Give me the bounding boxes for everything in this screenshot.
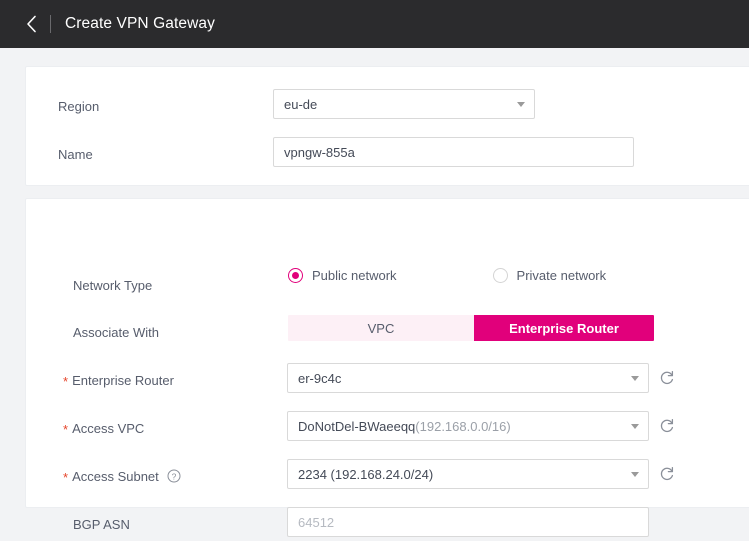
name-row: Name vpngw-855a bbox=[26, 137, 749, 171]
chevron-left-icon bbox=[26, 15, 37, 33]
bgp-asn-input[interactable]: 64512 bbox=[287, 507, 649, 537]
access-vpc-select[interactable]: DoNotDel-BWaeeqq (192.168.0.0/16) bbox=[287, 411, 649, 441]
refresh-icon bbox=[659, 418, 675, 437]
header-divider bbox=[50, 15, 51, 33]
network-type-row: Network Type Public network Private netw… bbox=[26, 268, 749, 302]
access-vpc-refresh-button[interactable] bbox=[659, 418, 677, 436]
access-vpc-value-name: DoNotDel-BWaeeqq bbox=[298, 418, 416, 434]
segment-enterprise-router[interactable]: Enterprise Router bbox=[474, 315, 654, 341]
access-vpc-label-text: Access VPC bbox=[72, 420, 145, 436]
radio-selected-icon bbox=[288, 268, 303, 283]
chevron-down-icon bbox=[517, 102, 525, 107]
access-subnet-refresh-button[interactable] bbox=[659, 466, 677, 484]
region-row: Region eu-de bbox=[26, 89, 749, 123]
radio-public-network-label: Public network bbox=[312, 268, 397, 283]
enterprise-router-label: * Enterprise Router bbox=[63, 373, 253, 388]
access-subnet-label-text: Access Subnet bbox=[72, 468, 159, 484]
page-body: Region eu-de Name vpngw-855a Network Typ… bbox=[0, 48, 749, 537]
region-label: Region bbox=[58, 98, 100, 114]
radio-private-network-label: Private network bbox=[516, 268, 607, 283]
page-title: Create VPN Gateway bbox=[65, 15, 215, 32]
radio-public-network[interactable]: Public network bbox=[288, 268, 397, 283]
name-label: Name bbox=[58, 146, 93, 162]
enterprise-router-refresh-button[interactable] bbox=[659, 370, 677, 388]
access-subnet-value: 2234 (192.168.24.0/24) bbox=[298, 466, 434, 482]
access-subnet-select[interactable]: 2234 (192.168.24.0/24) bbox=[287, 459, 649, 489]
associate-with-label: Associate With bbox=[73, 324, 159, 340]
required-asterisk: * bbox=[63, 469, 69, 485]
help-circle-icon[interactable]: ? bbox=[167, 469, 181, 483]
segment-enterprise-router-label: Enterprise Router bbox=[509, 320, 619, 336]
radio-unselected-icon bbox=[492, 268, 508, 283]
name-value: vpngw-855a bbox=[284, 144, 355, 160]
network-type-label: Network Type bbox=[73, 277, 153, 293]
radio-private-network[interactable]: Private network bbox=[492, 268, 607, 283]
refresh-icon bbox=[659, 466, 675, 485]
region-value: eu-de bbox=[284, 96, 318, 112]
page-header: Create VPN Gateway bbox=[0, 0, 749, 48]
associate-with-row: Associate With VPC Enterprise Router bbox=[26, 315, 749, 349]
bgp-asn-label: BGP ASN bbox=[73, 516, 130, 532]
enterprise-router-select[interactable]: er-9c4c bbox=[287, 363, 649, 393]
network-type-radio-group: Public network Private network bbox=[288, 268, 646, 283]
enterprise-router-value: er-9c4c bbox=[298, 370, 342, 386]
back-button[interactable] bbox=[18, 9, 44, 39]
enterprise-router-label-text: Enterprise Router bbox=[72, 372, 174, 388]
refresh-icon bbox=[659, 370, 675, 389]
access-vpc-label: * Access VPC bbox=[63, 421, 253, 436]
segment-vpc[interactable]: VPC bbox=[288, 315, 474, 341]
required-asterisk: * bbox=[63, 373, 69, 389]
bgp-asn-row: BGP ASN 64512 bbox=[26, 507, 749, 541]
bgp-asn-placeholder: 64512 bbox=[298, 514, 335, 530]
chevron-down-icon bbox=[631, 424, 639, 429]
chevron-down-icon bbox=[631, 376, 639, 381]
segment-vpc-label: VPC bbox=[367, 320, 395, 336]
access-vpc-value-cidr: (192.168.0.0/16) bbox=[415, 418, 511, 434]
network-config-card: Network Type Public network Private netw… bbox=[25, 198, 749, 537]
enterprise-router-row: * Enterprise Router er-9c4c bbox=[26, 363, 749, 397]
access-subnet-label: * Access Subnet ? bbox=[63, 469, 253, 484]
required-asterisk: * bbox=[63, 421, 69, 437]
associate-with-segmented-control: VPC Enterprise Router bbox=[288, 315, 654, 341]
chevron-down-icon bbox=[631, 472, 639, 477]
name-input[interactable]: vpngw-855a bbox=[273, 137, 634, 167]
svg-text:?: ? bbox=[171, 471, 176, 481]
access-vpc-row: * Access VPC DoNotDel-BWaeeqq (192.168.0… bbox=[26, 411, 749, 445]
region-select[interactable]: eu-de bbox=[273, 89, 535, 119]
access-subnet-row: * Access Subnet ? 2234 (192.168.24.0/24) bbox=[26, 459, 749, 493]
basic-info-card: Region eu-de Name vpngw-855a bbox=[25, 66, 749, 186]
